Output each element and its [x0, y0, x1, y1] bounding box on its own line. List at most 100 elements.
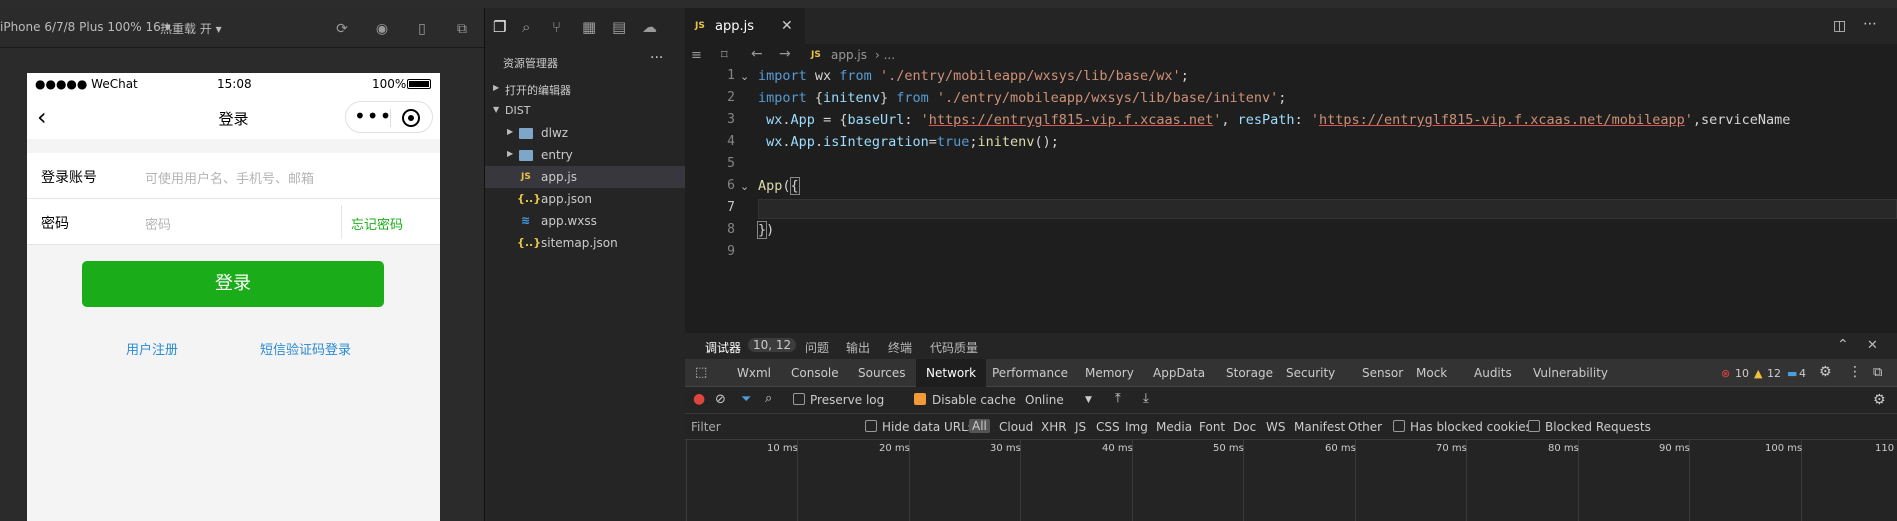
tab-debugger[interactable]: 调试器 [705, 339, 741, 356]
res-path-link[interactable]: https://entryglf815-vip.f.xcaas.net/mobi… [1319, 112, 1685, 128]
tab-storage[interactable]: Storage [1226, 366, 1273, 380]
dock-icon[interactable]: ⧉ [1873, 365, 1882, 380]
has-blocked-cookies-checkbox[interactable] [1393, 420, 1405, 432]
files-icon[interactable]: ❐ [493, 18, 506, 36]
chevron-down-icon: ▼ [493, 105, 500, 114]
filter-input[interactable]: Filter [691, 420, 721, 434]
refresh-icon[interactable]: ⟳ [334, 21, 350, 37]
info-count[interactable]: 4 [1799, 367, 1806, 380]
filter-manifest[interactable]: Manifest [1294, 420, 1345, 434]
filter-other[interactable]: Other [1348, 420, 1382, 434]
filter-js[interactable]: JS [1075, 420, 1086, 434]
blocked-requests-checkbox[interactable] [1528, 420, 1540, 432]
filter-css[interactable]: CSS [1096, 420, 1120, 434]
record-icon[interactable]: ● [693, 391, 705, 407]
tab-vulnerability[interactable]: Vulnerability [1533, 366, 1608, 380]
login-button[interactable]: 登录 [82, 261, 384, 307]
forgot-password-link[interactable]: 忘记密码 [351, 214, 403, 233]
cloud-icon[interactable]: ☁ [642, 18, 657, 36]
tab-security[interactable]: Security [1286, 366, 1335, 380]
sms-login-link[interactable]: 短信验证码登录 [260, 339, 351, 358]
gear-icon[interactable]: ⚙ [1819, 364, 1832, 380]
extensions-icon[interactable]: ▦ [582, 18, 596, 36]
preserve-log-checkbox[interactable] [793, 393, 805, 405]
source-control-icon[interactable]: ⑂ [552, 18, 561, 36]
base-url-link[interactable]: https://entryglf815-vip.f.xcaas.net [929, 112, 1213, 128]
filter-icon[interactable]: ⏷ [741, 392, 751, 407]
tab-memory[interactable]: Memory [1085, 366, 1134, 380]
export-icon[interactable]: ⤓ [1143, 391, 1149, 406]
tab-sources[interactable]: Sources [858, 366, 905, 380]
list-icon[interactable]: ≡ [691, 48, 702, 63]
back-icon[interactable]: ← [751, 46, 763, 62]
tab-app-js[interactable]: JS app.js ✕ [685, 8, 805, 44]
tab-terminal[interactable]: 终端 [888, 339, 912, 356]
filter-img[interactable]: Img [1125, 420, 1148, 434]
kebab-menu-icon[interactable]: ⋮ [1848, 364, 1862, 380]
search-icon[interactable]: ⌕ [765, 391, 772, 406]
close-tab-icon[interactable]: ✕ [781, 18, 793, 34]
tree-item-sitemap-json[interactable]: {..} sitemap.json [485, 232, 685, 254]
tree-item-entry[interactable]: ▶ entry [485, 144, 685, 166]
filter-cloud[interactable]: Cloud [999, 420, 1033, 434]
inspect-icon[interactable]: ⬚ [695, 365, 707, 380]
split-editor-icon[interactable]: ◫ [1833, 18, 1846, 34]
network-timeline[interactable]: 10 ms 20 ms 30 ms 40 ms 50 ms 60 ms 70 m… [685, 440, 1897, 521]
fold-chevron-icon[interactable]: ⌄ [740, 180, 749, 193]
error-count[interactable]: 10 [1735, 367, 1749, 380]
clear-icon[interactable]: ⊘ [715, 392, 726, 407]
tab-wxml[interactable]: Wxml [737, 366, 771, 380]
filter-ws[interactable]: WS [1266, 420, 1285, 434]
more-actions-icon[interactable]: ··· [650, 50, 663, 66]
tab-console[interactable]: Console [791, 366, 839, 380]
filter-all[interactable]: All [969, 419, 990, 433]
close-circle-icon[interactable] [402, 109, 420, 127]
phone-icon[interactable]: ▯ [414, 21, 430, 37]
window-icon[interactable]: ⧉ [454, 21, 470, 37]
filter-media[interactable]: Media [1156, 420, 1192, 434]
tab-mock[interactable]: Mock [1416, 366, 1447, 380]
tab-code-quality[interactable]: 代码质量 [930, 339, 978, 356]
account-input[interactable]: 可使用用户名、手机号、邮箱 [145, 168, 314, 187]
bookmark-icon[interactable]: ⌑ [721, 48, 728, 63]
tab-output[interactable]: 输出 [846, 339, 870, 356]
tree-item-app-js[interactable]: JS app.js [485, 166, 685, 188]
fold-chevron-icon[interactable]: ⌄ [740, 70, 749, 83]
tab-problems[interactable]: 问题 [805, 339, 829, 356]
battery-icon [407, 79, 431, 89]
password-input[interactable]: 密码 [145, 214, 171, 233]
more-icon[interactable]: ⋯ [1863, 16, 1877, 32]
record-icon[interactable]: ◉ [374, 21, 390, 37]
collapse-panel-icon[interactable]: ⌃ [1837, 337, 1849, 353]
disable-cache-checkbox[interactable] [914, 393, 926, 405]
forward-icon[interactable]: → [779, 46, 791, 62]
tab-sensor[interactable]: Sensor [1362, 366, 1403, 380]
debug-icon[interactable]: ▤ [612, 18, 626, 36]
device-selector[interactable]: iPhone 6/7/8 Plus 100% 16 ▾ [0, 20, 171, 34]
open-editors-section[interactable]: ▶ 打开的编辑器 [485, 78, 685, 100]
root-folder[interactable]: ▼ DIST [485, 100, 685, 122]
register-link[interactable]: 用户注册 [126, 339, 178, 358]
filter-xhr[interactable]: XHR [1041, 420, 1067, 434]
tab-performance[interactable]: Performance [992, 366, 1068, 380]
tree-item-app-json[interactable]: {..} app.json [485, 188, 685, 210]
breadcrumb-file[interactable]: app.js [831, 48, 867, 62]
throttle-select[interactable]: Online [1025, 393, 1064, 407]
filter-font[interactable]: Font [1199, 420, 1225, 434]
search-icon[interactable]: ⌕ [522, 18, 530, 36]
filter-doc[interactable]: Doc [1233, 420, 1256, 434]
import-icon[interactable]: ⤒ [1115, 391, 1121, 406]
tab-network[interactable]: Network [916, 359, 987, 387]
close-panel-icon[interactable]: ✕ [1867, 338, 1878, 353]
more-dots-icon[interactable]: ••• [354, 106, 391, 126]
breadcrumb-rest[interactable]: › ... [875, 48, 895, 62]
tree-item-app-wxss[interactable]: ≋ app.wxss [485, 210, 685, 232]
warning-count[interactable]: 12 [1767, 367, 1781, 380]
tab-audits[interactable]: Audits [1474, 366, 1512, 380]
tab-appdata[interactable]: AppData [1153, 366, 1205, 380]
hot-reload-toggle[interactable]: 热重载 开 ▾ [160, 20, 222, 37]
tree-item-dlwz[interactable]: ▶ dlwz [485, 122, 685, 144]
settings-icon[interactable]: ⚙ [1873, 392, 1886, 408]
chevron-down-icon[interactable]: ▼ [1085, 395, 1092, 405]
hide-data-urls-checkbox[interactable] [865, 420, 877, 432]
